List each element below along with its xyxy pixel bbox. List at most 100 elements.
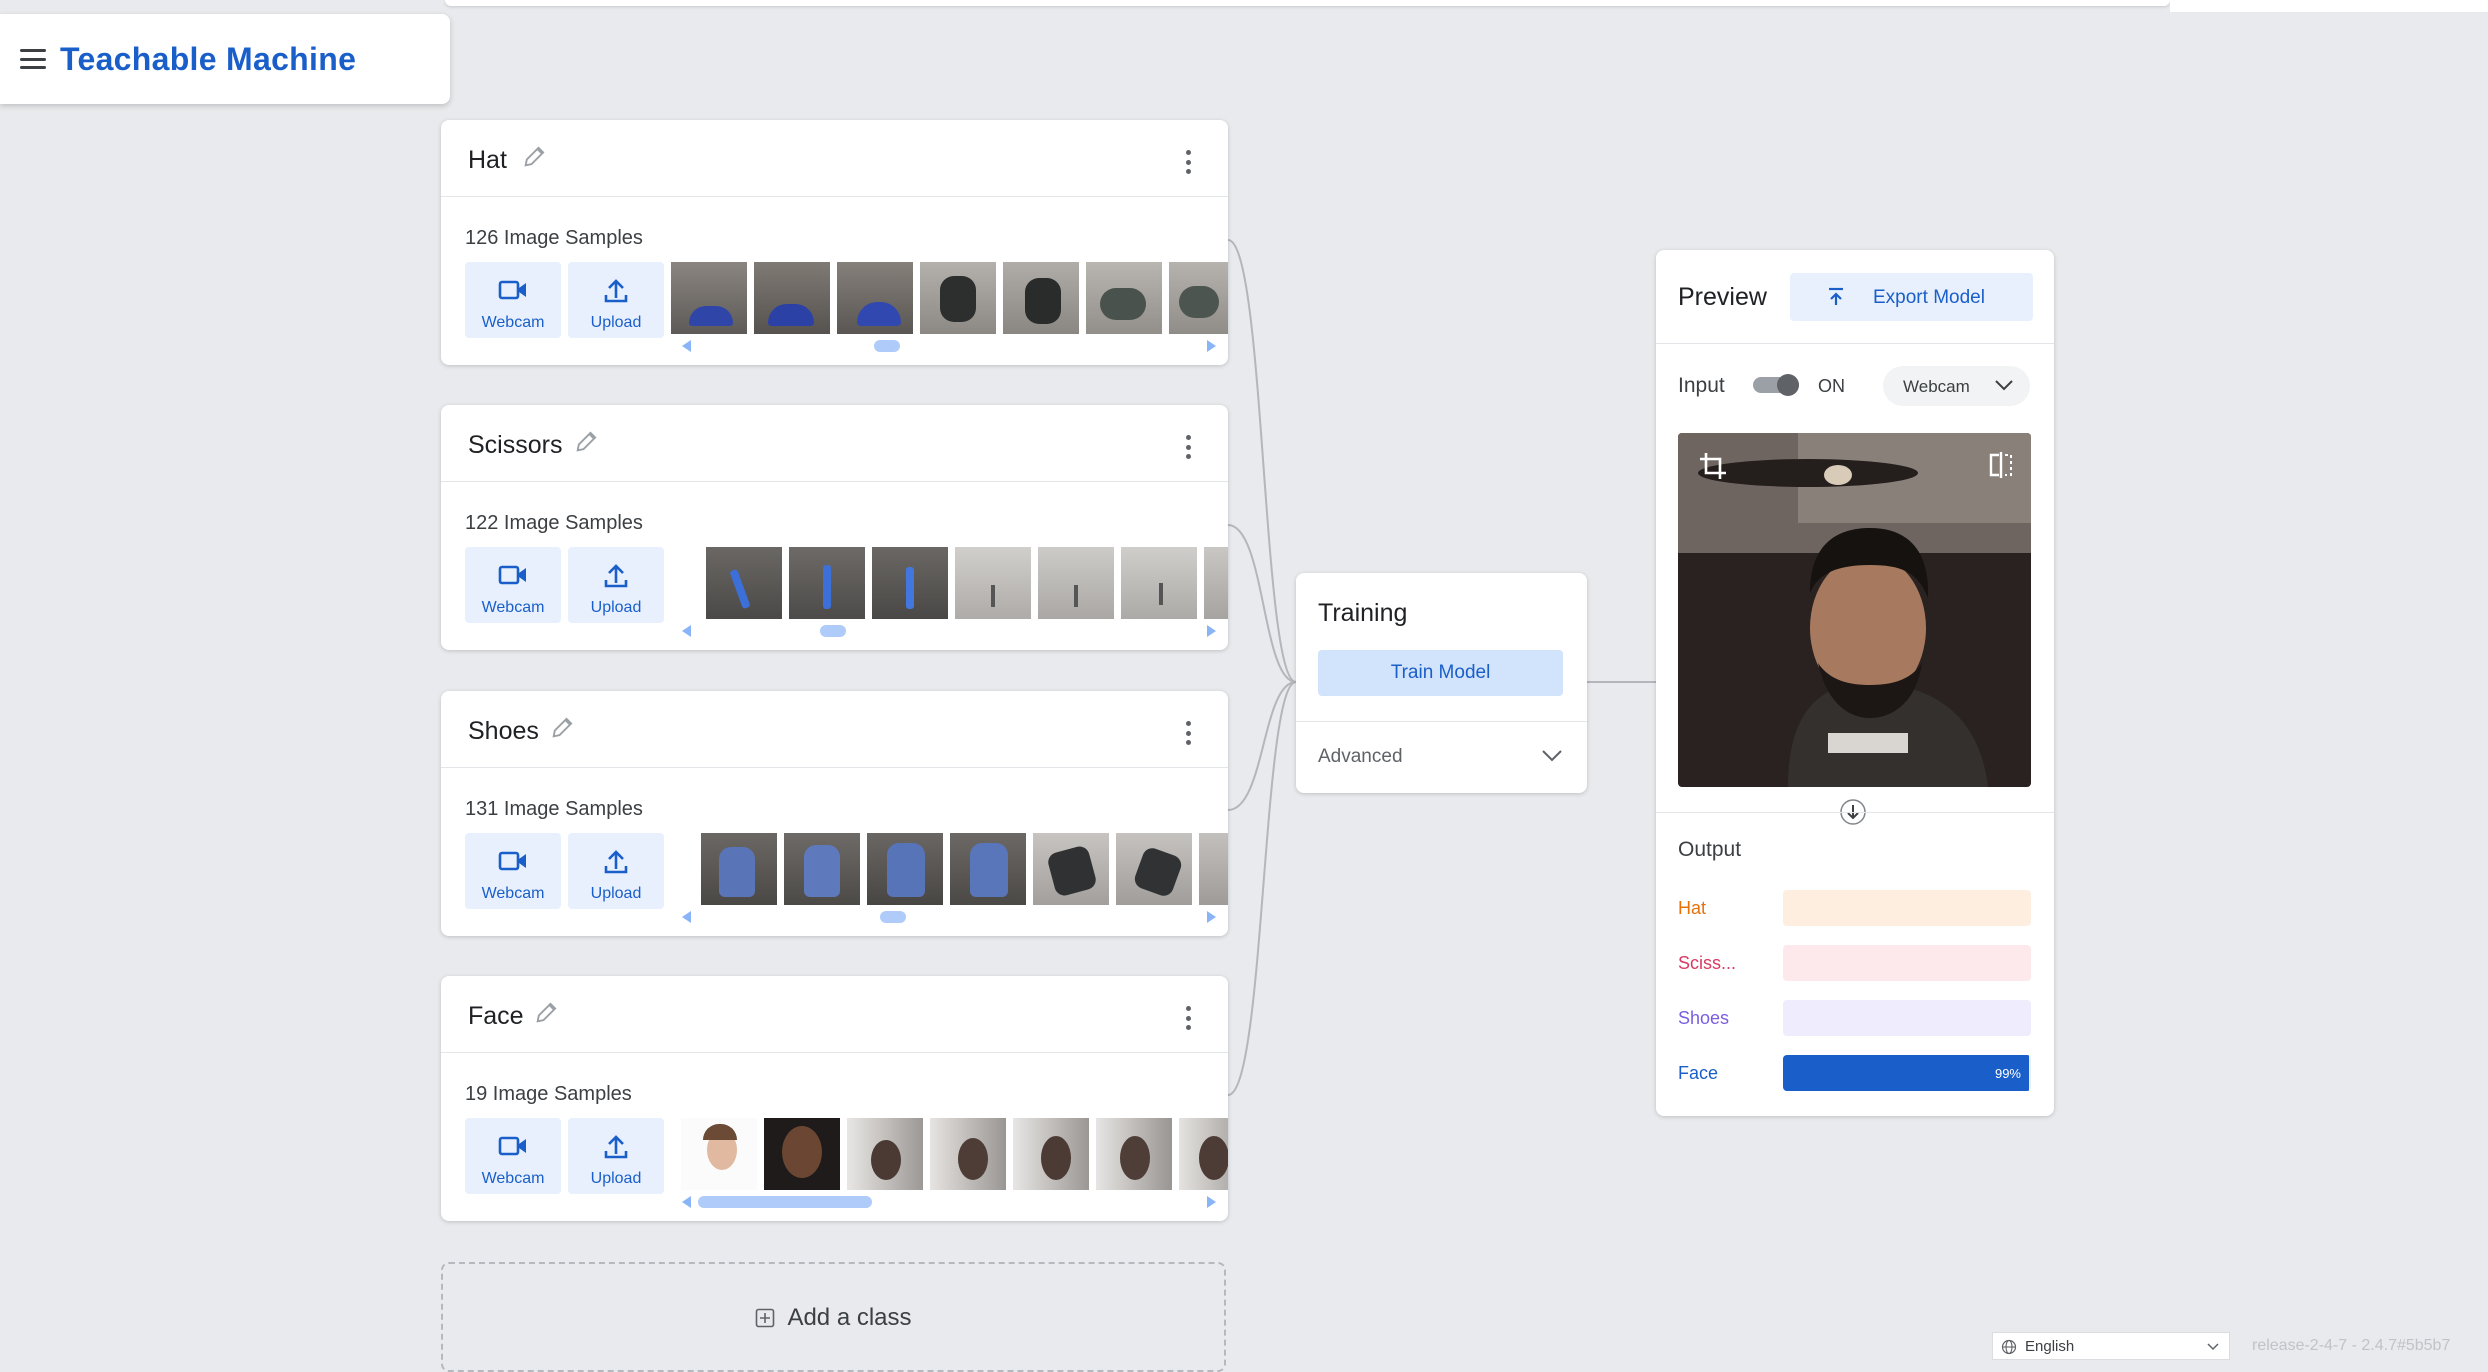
sample-thumbnail[interactable] [754, 262, 830, 334]
sample-thumbnail[interactable] [1003, 262, 1079, 334]
scroll-left-arrow[interactable] [682, 340, 691, 352]
confidence-bar [1783, 1000, 2031, 1036]
webcam-button[interactable]: Webcam [465, 833, 561, 909]
scroll-right-arrow[interactable] [1207, 911, 1216, 923]
sample-thumbnail[interactable] [671, 262, 747, 334]
upload-icon [604, 850, 628, 874]
sample-thumbnail[interactable] [955, 547, 1031, 619]
class-name[interactable]: Face [468, 1002, 524, 1031]
output-class-name: Shoes [1678, 1008, 1730, 1028]
upload-button[interactable]: Upload [568, 833, 664, 909]
sample-thumbnail[interactable] [789, 547, 865, 619]
sample-thumbnail[interactable] [1121, 547, 1197, 619]
sample-thumbnail[interactable] [1179, 1118, 1228, 1190]
scrollbar-thumb[interactable] [880, 911, 906, 923]
add-box-icon [756, 1308, 775, 1328]
sample-thumbnail[interactable] [764, 1118, 840, 1190]
scroll-left-arrow[interactable] [682, 625, 691, 637]
pencil-edit-icon[interactable] [573, 427, 601, 455]
sample-thumbnail[interactable] [867, 833, 943, 905]
scroll-right-arrow[interactable] [1207, 340, 1216, 352]
sample-thumbnail[interactable] [701, 833, 777, 905]
flip-horizontal-icon[interactable] [1987, 451, 2015, 479]
sample-count: 19 Image Samples [465, 1083, 632, 1105]
webcam-button-label: Webcam [481, 314, 545, 331]
scroll-left-arrow[interactable] [682, 1196, 691, 1208]
webcam-frame [1678, 433, 2031, 787]
sample-thumbnail[interactable] [1199, 833, 1228, 905]
sample-thumbnail[interactable] [930, 1118, 1006, 1190]
video-camera-icon [498, 1136, 526, 1156]
class-name[interactable]: Scissors [468, 431, 562, 460]
pencil-edit-icon[interactable] [533, 998, 561, 1026]
sample-thumbnail[interactable] [784, 833, 860, 905]
class-name[interactable]: Shoes [468, 717, 539, 746]
webcam-button[interactable]: Webcam [465, 262, 561, 338]
sample-thumbnail[interactable] [847, 1118, 923, 1190]
sample-thumbnails [671, 262, 1228, 334]
more-options-icon[interactable] [1186, 435, 1192, 459]
output-row-face: Face 99% [1678, 1055, 2031, 1091]
advanced-toggle[interactable]: Advanced [1318, 746, 1403, 768]
scroll-right-arrow[interactable] [1207, 1196, 1216, 1208]
pencil-edit-icon[interactable] [521, 142, 549, 170]
sample-thumbnail[interactable] [1033, 833, 1109, 905]
input-toggle[interactable] [1753, 374, 1799, 396]
sample-thumbnail[interactable] [920, 262, 996, 334]
sample-thumbnail[interactable] [1116, 833, 1192, 905]
thumbnail-scrollbar[interactable] [682, 623, 1216, 639]
scroll-left-arrow[interactable] [682, 911, 691, 923]
scrollbar-thumb[interactable] [820, 625, 846, 637]
webcam-button[interactable]: Webcam [465, 1118, 561, 1194]
confidence-value: 99% [1994, 1066, 2021, 1081]
more-options-icon[interactable] [1186, 721, 1192, 745]
class-name[interactable]: Hat [468, 146, 507, 175]
sample-thumbnail[interactable] [1096, 1118, 1172, 1190]
input-label: Input [1678, 374, 1725, 397]
scrollbar-thumb[interactable] [698, 1196, 872, 1208]
upload-button[interactable]: Upload [568, 547, 664, 623]
confidence-bar [1783, 890, 2031, 926]
sample-thumbnail[interactable] [872, 547, 948, 619]
add-class-button[interactable]: Add a class [441, 1262, 1226, 1372]
export-model-button[interactable]: Export Model [1790, 273, 2033, 321]
training-panel: Training Train Model Advanced [1296, 573, 1587, 793]
thumbnail-scrollbar[interactable] [682, 909, 1216, 925]
sample-thumbnail[interactable] [1086, 262, 1162, 334]
sample-thumbnail[interactable] [706, 547, 782, 619]
sample-thumbnail[interactable] [1204, 547, 1228, 619]
sample-thumbnail[interactable] [950, 833, 1026, 905]
webcam-button-label: Webcam [481, 1170, 545, 1187]
input-source-label: Webcam [1903, 377, 1970, 396]
preview-panel: Preview Export Model Input ON Webcam Out… [1656, 250, 2054, 1116]
sample-thumbnail[interactable] [681, 1118, 757, 1190]
more-options-icon[interactable] [1186, 150, 1192, 174]
pencil-edit-icon[interactable] [549, 713, 577, 741]
webcam-button[interactable]: Webcam [465, 547, 561, 623]
sample-thumbnail[interactable] [1038, 547, 1114, 619]
sample-count: 131 Image Samples [465, 798, 643, 820]
language-label: English [2025, 1338, 2075, 1355]
upload-icon [604, 279, 628, 303]
class-card-header: Hat [441, 120, 1228, 197]
confidence-fill [1783, 1055, 2029, 1091]
divider [1656, 343, 2054, 344]
webcam-button-label: Webcam [481, 885, 545, 902]
sample-thumbnail[interactable] [1169, 262, 1228, 334]
thumbnail-scrollbar[interactable] [682, 1194, 1216, 1210]
upload-button[interactable]: Upload [568, 262, 664, 338]
scroll-right-arrow[interactable] [1207, 625, 1216, 637]
train-model-button[interactable]: Train Model [1318, 650, 1563, 696]
language-select[interactable]: English [1992, 1332, 2230, 1360]
output-class-name: Sciss... [1678, 953, 1737, 973]
more-options-icon[interactable] [1186, 1006, 1192, 1030]
sample-thumbnail[interactable] [1013, 1118, 1089, 1190]
chevron-down-icon[interactable] [1541, 749, 1563, 763]
input-source-select[interactable]: Webcam [1883, 366, 2030, 406]
sample-thumbnail[interactable] [837, 262, 913, 334]
thumbnail-scrollbar[interactable] [682, 338, 1216, 354]
scrollbar-thumb[interactable] [874, 340, 900, 352]
preview-title: Preview [1678, 283, 1767, 311]
upload-button[interactable]: Upload [568, 1118, 664, 1194]
crop-icon[interactable] [1698, 451, 1728, 481]
